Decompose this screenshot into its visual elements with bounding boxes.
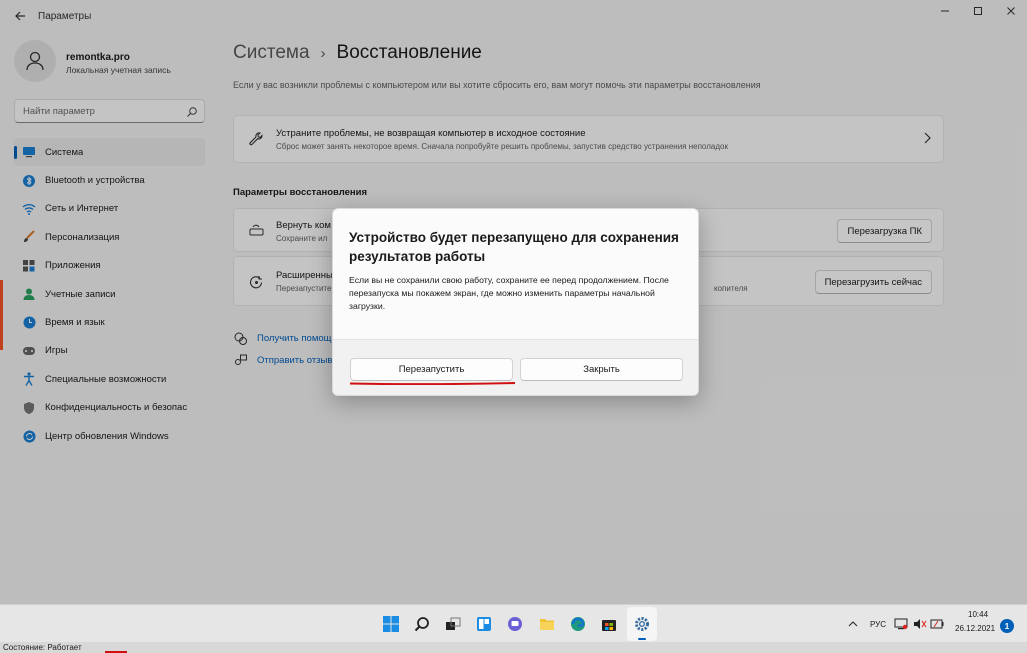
status-text: Состояние: Работает [3,643,82,652]
dialog-body: Если вы не сохранили свою работу, сохран… [349,275,669,311]
taskbar: РУС 10:44 26.12.2021 1 [0,604,1027,642]
dialog-title: Устройство будет перезапущено для сохран… [349,230,679,264]
status-bar: Состояние: Работает [0,642,1027,653]
edge-icon[interactable] [567,613,589,635]
notification-badge[interactable]: 1 [1000,619,1014,633]
widgets-icon[interactable] [473,613,495,635]
search-icon[interactable] [411,613,433,635]
teams-chat-icon[interactable] [504,613,526,635]
volume-icon[interactable] [912,613,928,635]
clock-time[interactable]: 10:44 [968,610,988,619]
battery-icon[interactable] [929,613,945,635]
left-edge-strip [0,280,3,350]
restart-dialog: Устройство будет перезапущено для сохран… [332,208,699,396]
annotation-underline [350,382,515,385]
dialog-footer: Перезапустить Закрыть [333,339,698,395]
store-icon[interactable] [598,613,620,635]
language-indicator[interactable]: РУС [870,620,886,629]
windows-start-icon[interactable] [380,613,402,635]
file-explorer-icon[interactable] [536,613,558,635]
close-button[interactable]: Закрыть [520,358,683,381]
network-tray-icon[interactable] [893,613,909,635]
settings-gear-icon[interactable] [631,613,653,635]
restart-button[interactable]: Перезапустить [350,358,513,381]
clock-date[interactable]: 26.12.2021 [955,624,995,633]
chevron-up-icon[interactable] [846,613,860,635]
task-view-icon[interactable] [442,613,464,635]
